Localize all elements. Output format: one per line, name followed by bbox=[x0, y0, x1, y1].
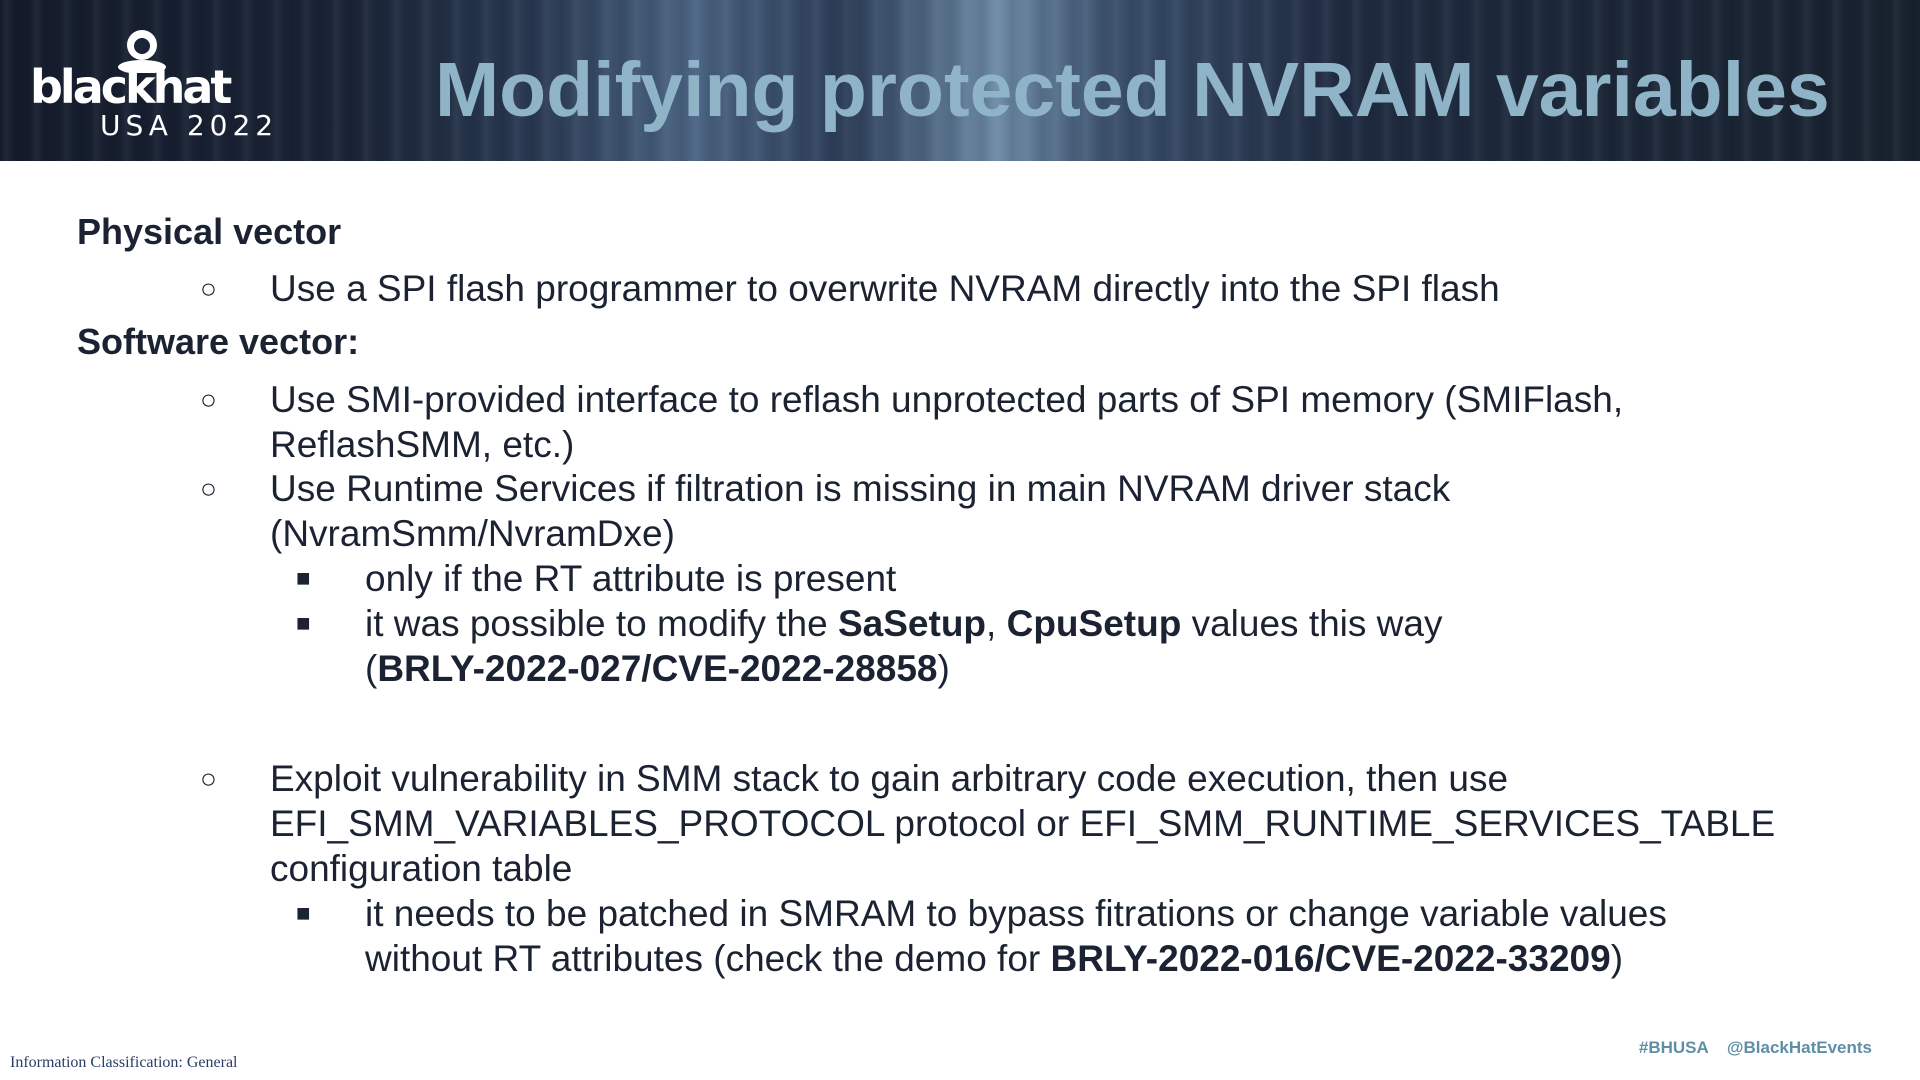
bullet-line: EFI_SMM_VARIABLES_PROTOCOL protocol or E… bbox=[270, 803, 1776, 844]
text-run: ) bbox=[1610, 938, 1624, 979]
list-item: ○ Exploit vulnerability in SMM stack to … bbox=[0, 756, 1920, 891]
bullet-line: Use Runtime Services if filtration is mi… bbox=[270, 468, 1451, 509]
logo-main-text: blackhat bbox=[30, 60, 232, 114]
text-run: it was possible to modify the bbox=[365, 603, 838, 644]
text-run: , bbox=[986, 603, 1007, 644]
header-banner: blackhat USA 2022 Modifying protected NV… bbox=[0, 0, 1920, 161]
bullet-line: it was possible to modify the SaSetup, C… bbox=[365, 601, 1442, 646]
square-bullet-icon: ■ bbox=[296, 565, 311, 592]
square-bullet-icon: ■ bbox=[296, 900, 311, 927]
bullet-line: Exploit vulnerability in SMM stack to ga… bbox=[270, 758, 1509, 799]
list-item: ■ it was possible to modify the SaSetup,… bbox=[0, 601, 1920, 691]
bullet-line: (BRLY-2022-027/CVE-2022-28858) bbox=[365, 646, 1442, 691]
bullet-line: ReflashSMM, etc.) bbox=[270, 424, 575, 465]
circle-bullet-icon: ○ bbox=[200, 273, 217, 304]
text-run: ( bbox=[365, 648, 378, 689]
circle-bullet-icon: ○ bbox=[200, 763, 217, 794]
page-title: Modifying protected NVRAM variables bbox=[435, 47, 1830, 133]
bullet-line: Use SMI-provided interface to reflash un… bbox=[270, 379, 1624, 420]
bullet-line: configuration table bbox=[270, 848, 573, 889]
bullet-text: Use a SPI flash programmer to overwrite … bbox=[270, 268, 1500, 309]
bullet-line: without RT attributes (check the demo fo… bbox=[365, 936, 1667, 981]
text-run: values this way bbox=[1181, 603, 1443, 644]
variable-name-sasetup: SaSetup bbox=[838, 603, 987, 644]
bullet-text: only if the RT attribute is present bbox=[365, 558, 897, 599]
logo-sub-text: USA 2022 bbox=[100, 109, 279, 142]
classification-label: Information Classification: General bbox=[10, 1054, 238, 1071]
bullet-text: Exploit vulnerability in SMM stack to ga… bbox=[270, 756, 1775, 891]
cve-reference: BRLY-2022-027/CVE-2022-28858 bbox=[377, 648, 938, 689]
bullet-line: (NvramSmm/NvramDxe) bbox=[270, 513, 675, 554]
text-run: without RT attributes (check the demo fo… bbox=[365, 938, 1051, 979]
bullet-text: Use SMI-provided interface to reflash un… bbox=[270, 377, 1623, 467]
hashtag-link[interactable]: #BHUSA bbox=[1639, 1038, 1708, 1057]
list-item: ○ Use Runtime Services if filtration is … bbox=[0, 466, 1920, 556]
physical-vector-heading: Physical vector bbox=[77, 211, 342, 252]
software-vector-heading: Software vector: bbox=[77, 321, 360, 362]
variable-name-cpusetup: CpuSetup bbox=[1006, 603, 1182, 644]
cve-reference: BRLY-2022-016/CVE-2022-33209 bbox=[1050, 938, 1611, 979]
footer-tags: #BHUSA @BlackHatEvents bbox=[1625, 1038, 1872, 1058]
blackhat-logo: blackhat USA 2022 bbox=[30, 22, 306, 142]
list-item: ○ Use a SPI flash programmer to overwrit… bbox=[0, 266, 1920, 311]
list-item: ■ only if the RT attribute is present bbox=[0, 556, 1920, 601]
list-item: ○ Use SMI-provided interface to reflash … bbox=[0, 377, 1920, 467]
circle-bullet-icon: ○ bbox=[200, 473, 217, 504]
text-run: ) bbox=[937, 648, 950, 689]
twitter-handle-link[interactable]: @BlackHatEvents bbox=[1727, 1038, 1872, 1057]
bullet-line: it needs to be patched in SMRAM to bypas… bbox=[365, 893, 1667, 934]
bullet-text: it needs to be patched in SMRAM to bypas… bbox=[365, 891, 1667, 981]
bullet-text: it was possible to modify the SaSetup, C… bbox=[365, 601, 1442, 691]
square-bullet-icon: ■ bbox=[296, 610, 311, 637]
list-item: ■ it needs to be patched in SMRAM to byp… bbox=[0, 891, 1920, 981]
circle-bullet-icon: ○ bbox=[200, 384, 217, 415]
bullet-text: Use Runtime Services if filtration is mi… bbox=[270, 466, 1450, 556]
